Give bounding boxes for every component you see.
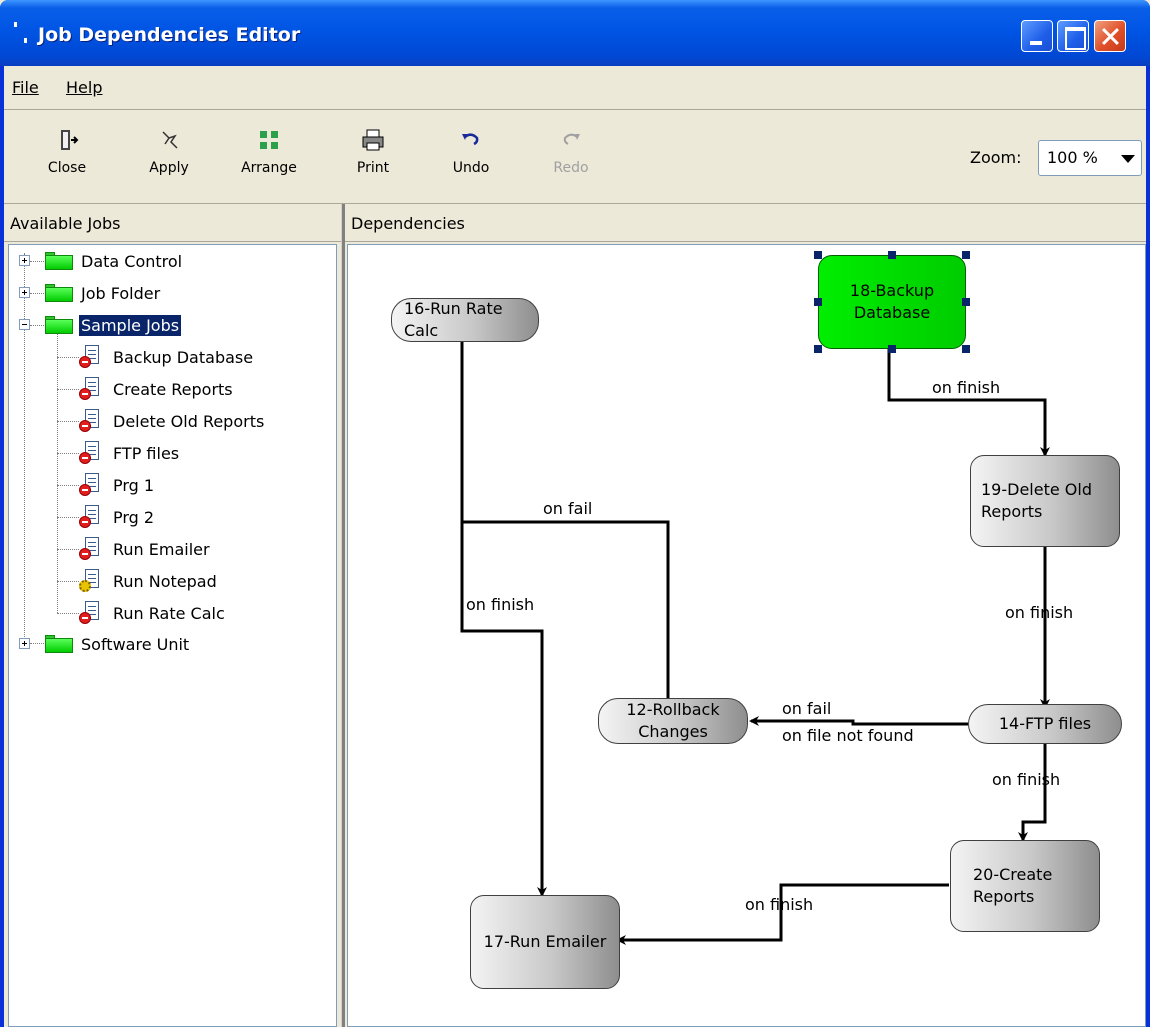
folder-icon: [45, 635, 73, 653]
available-jobs-header: Available Jobs: [4, 204, 341, 242]
panel-splitter[interactable]: [341, 204, 345, 1027]
job-disabled-icon: [79, 441, 103, 465]
redo-button[interactable]: Redo: [536, 128, 606, 188]
dependencies-header: Dependencies: [345, 204, 1146, 242]
node-16-run-rate-calc[interactable]: 16-Run Rate Calc: [391, 298, 539, 342]
selection-handle[interactable]: [814, 298, 822, 306]
edge-label: on finish: [1005, 603, 1074, 622]
window-title: Job Dependencies Editor: [38, 24, 301, 46]
job-disabled-icon: [79, 409, 103, 433]
edge-label: on finish: [466, 595, 535, 614]
selection-handle[interactable]: [888, 345, 896, 353]
edge-label: on file not found: [782, 726, 914, 745]
menu-bar: File Help: [4, 66, 1146, 110]
apply-button[interactable]: Apply: [134, 128, 204, 188]
folder-icon: [45, 252, 73, 270]
menu-help[interactable]: Help: [66, 78, 102, 97]
printer-icon: [361, 128, 385, 152]
close-window-button[interactable]: [1094, 20, 1126, 52]
expand-icon[interactable]: [19, 638, 30, 649]
edge-label: on finish: [745, 895, 814, 914]
job-disabled-icon: [79, 377, 103, 401]
expand-icon[interactable]: [19, 287, 30, 298]
tree-folder-software-unit[interactable]: Software Unit: [19, 631, 191, 657]
zoom-select[interactable]: 100 %: [1038, 140, 1142, 176]
pin-icon: [157, 128, 181, 152]
toolbar: Close Apply Arrange Print Undo Redo Zoom…: [4, 112, 1146, 204]
job-disabled-icon: [79, 601, 103, 625]
exit-door-icon: [55, 128, 79, 152]
app-icon: [14, 22, 34, 46]
tree-folder-job-folder[interactable]: Job Folder: [19, 280, 162, 306]
node-12-rollback-changes[interactable]: 12-Rollback Changes: [598, 698, 748, 744]
tree-job-backup-database[interactable]: Backup Database: [57, 344, 255, 370]
selection-handle[interactable]: [814, 251, 822, 259]
redo-arrow-icon: [559, 128, 583, 152]
client-area: File Help Close Apply Arrange Print Undo…: [4, 66, 1146, 1027]
menu-file[interactable]: File: [12, 78, 39, 97]
print-button[interactable]: Print: [338, 128, 408, 188]
node-19-delete-old-reports[interactable]: 19-Delete Old Reports: [970, 455, 1120, 547]
tree-job-ftp-files[interactable]: FTP files: [57, 440, 181, 466]
tree-job-run-notepad[interactable]: Run Notepad: [57, 568, 219, 594]
collapse-icon[interactable]: [19, 319, 30, 330]
tree-job-prg-2[interactable]: Prg 2: [57, 504, 156, 530]
job-disabled-icon: [79, 473, 103, 497]
tree-folder-data-control[interactable]: Data Control: [19, 248, 184, 274]
minimize-button[interactable]: [1021, 20, 1053, 52]
selection-handle[interactable]: [814, 345, 822, 353]
job-disabled-icon: [79, 537, 103, 561]
close-button[interactable]: Close: [32, 128, 102, 188]
job-gear-icon: [79, 569, 103, 593]
tree-job-delete-old-reports[interactable]: Delete Old Reports: [57, 408, 266, 434]
node-14-ftp-files[interactable]: 14-FTP files: [968, 704, 1122, 744]
selection-handle[interactable]: [962, 251, 970, 259]
selection-handle[interactable]: [962, 345, 970, 353]
tree-job-create-reports[interactable]: Create Reports: [57, 376, 235, 402]
node-18-backup-database[interactable]: 18-Backup Database: [818, 255, 966, 349]
dependencies-canvas[interactable]: 16-Run Rate Calc 18-Backup Database 19-D…: [347, 244, 1146, 1027]
maximize-button[interactable]: [1057, 20, 1089, 52]
edge-16-12: [462, 520, 673, 709]
node-20-create-reports[interactable]: 20-Create Reports: [950, 840, 1100, 932]
edge-14-20: [1018, 742, 1047, 842]
edge-18-19: [887, 349, 1050, 457]
title-bar[interactable]: Job Dependencies Editor: [0, 0, 1150, 66]
tree-job-run-emailer[interactable]: Run Emailer: [57, 536, 212, 562]
tree-job-prg-1[interactable]: Prg 1: [57, 472, 156, 498]
folder-icon: [45, 284, 73, 302]
tree-job-run-rate-calc[interactable]: Run Rate Calc: [57, 600, 227, 626]
edge-label: on finish: [992, 770, 1061, 789]
zoom-label: Zoom:: [970, 148, 1022, 167]
app-window: Job Dependencies Editor File Help Close …: [0, 0, 1150, 1027]
expand-icon[interactable]: [19, 255, 30, 266]
node-17-run-emailer[interactable]: 17-Run Emailer: [470, 895, 620, 989]
open-folder-icon: [45, 316, 73, 334]
selection-handle[interactable]: [888, 251, 896, 259]
arrange-grid-icon: [257, 128, 281, 152]
edge-14-12: [749, 716, 968, 726]
job-disabled-icon: [79, 345, 103, 369]
undo-button[interactable]: Undo: [436, 128, 506, 188]
edge-label: on fail: [543, 499, 593, 518]
chevron-down-icon: [1121, 155, 1135, 163]
edge-label: on finish: [932, 378, 1001, 397]
arrange-button[interactable]: Arrange: [234, 128, 304, 188]
undo-arrow-icon: [459, 128, 483, 152]
jobs-tree: Data Control Job Folder Sample Jobs Back…: [8, 244, 337, 1027]
edge-label: on fail: [782, 699, 832, 718]
edge-16-17: [460, 342, 547, 897]
job-disabled-icon: [79, 505, 103, 529]
selection-handle[interactable]: [962, 298, 970, 306]
tree-folder-sample-jobs[interactable]: Sample Jobs: [19, 312, 182, 338]
